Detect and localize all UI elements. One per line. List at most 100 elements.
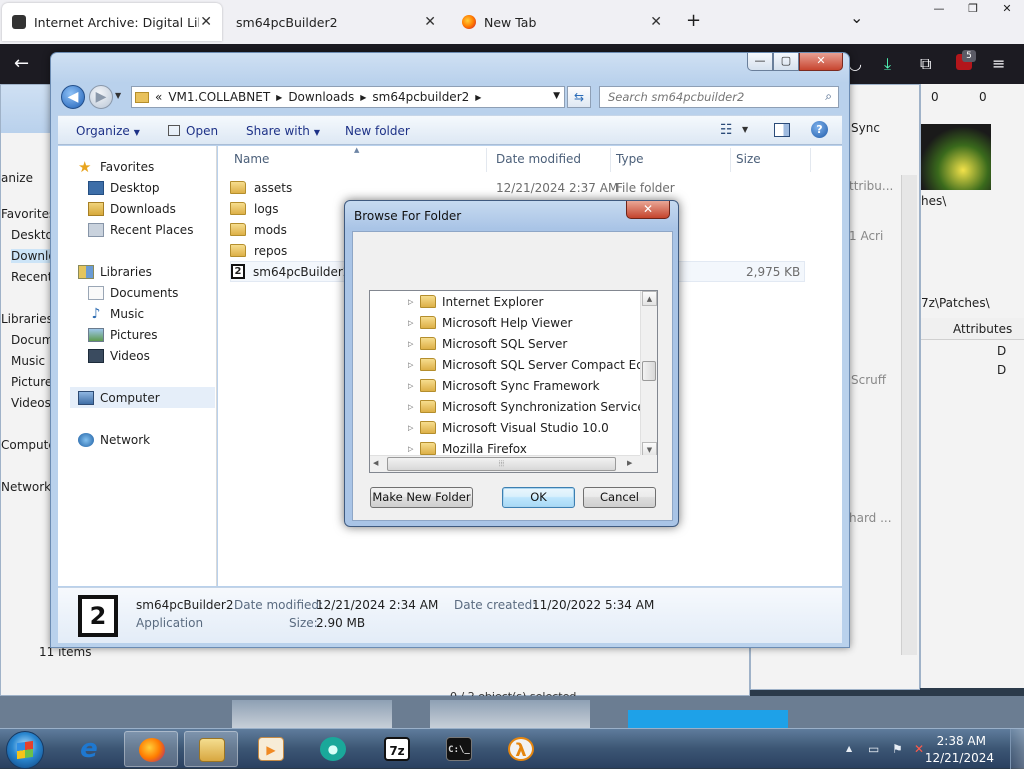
nav-pictures[interactable]: Pictures [88, 324, 158, 345]
expand-arrow-icon[interactable]: ▷ [408, 340, 420, 348]
tree-item[interactable]: ▷ Internet Explorer [370, 291, 543, 312]
address-bar[interactable]: « VM1.COLLABNET ▶ Downloads ▶ sm64pcbuil… [131, 86, 565, 108]
organize-button[interactable]: Organize ▼ [76, 124, 140, 138]
help-icon[interactable]: ? [811, 121, 828, 138]
address-history-dropdown-icon[interactable]: ▼ [553, 91, 560, 101]
nav-documents[interactable]: Documents [88, 282, 178, 303]
expand-arrow-icon[interactable]: ▷ [408, 445, 420, 453]
nav-desktop[interactable]: Desktop [88, 177, 160, 198]
new-folder-button[interactable]: New folder [345, 124, 410, 138]
close-tab-icon[interactable]: ✕ [424, 14, 436, 30]
maximize-button[interactable]: ❐ [956, 0, 990, 18]
column-divider[interactable] [810, 148, 811, 172]
nav-downloads[interactable]: Downloads [88, 198, 176, 219]
chevron-right-icon[interactable]: ▶ [475, 93, 481, 102]
chevron-right-icon[interactable]: ▶ [276, 93, 282, 102]
file-row[interactable]: assets 12/21/2024 2:37 AM File folder [230, 177, 810, 198]
expand-arrow-icon[interactable]: ▷ [408, 382, 420, 390]
clock-date[interactable]: 12/21/2024 [925, 751, 994, 765]
search-box[interactable]: ⌕ [599, 86, 839, 108]
nav-videos[interactable]: Videos [88, 345, 150, 366]
open-button[interactable]: Open [168, 124, 218, 138]
pocket-icon[interactable]: ◡ [848, 54, 862, 73]
nav-recent-places[interactable]: Recent Places [88, 219, 193, 240]
taskbar-firefox[interactable] [124, 731, 178, 767]
expand-arrow-icon[interactable]: ▷ [408, 361, 420, 369]
new-tab-button[interactable]: + [686, 10, 701, 31]
horizontal-scrollbar[interactable]: ◀ ⦙⦙⦙ ▶ [370, 455, 641, 472]
cancel-button[interactable]: Cancel [583, 487, 656, 508]
taskbar-7zip[interactable]: 7z [370, 731, 424, 767]
scroll-left-icon[interactable]: ◀ [373, 459, 378, 467]
background-scrollbar[interactable] [901, 175, 917, 655]
network-tray-icon[interactable]: ▭ [868, 742, 879, 756]
column-divider[interactable] [730, 148, 731, 172]
background-nav-documents[interactable]: Docum [11, 333, 53, 347]
tree-item[interactable]: ▷ Microsoft Synchronization Services [370, 396, 651, 417]
clock-time[interactable]: 2:38 AM [937, 734, 986, 748]
close-tab-icon[interactable]: ✕ [650, 14, 662, 30]
nav-computer[interactable]: Computer [70, 387, 215, 408]
share-with-button[interactable]: Share with ▼ [246, 124, 320, 138]
tab-internet-archive[interactable]: Internet Archive: Digital Library ✕ [2, 3, 222, 41]
taskbar-internet-explorer[interactable]: e [62, 731, 116, 767]
nav-network[interactable]: Network [78, 429, 150, 450]
back-button[interactable]: ◀ [61, 85, 85, 109]
refresh-button[interactable]: ⇆ [567, 86, 591, 108]
background-nav-libraries[interactable]: Libraries [1, 312, 53, 326]
background-nav-favorites[interactable]: Favorites [1, 207, 55, 221]
scroll-up-icon[interactable]: ▲ [642, 291, 657, 306]
downloads-icon[interactable]: ⤓ [884, 54, 891, 74]
background-nav-music[interactable]: Music [11, 354, 45, 368]
recent-pages-dropdown-icon[interactable]: ▼ [115, 91, 121, 100]
maximize-button[interactable]: ▢ [773, 53, 799, 71]
chevron-right-icon[interactable]: ▶ [360, 93, 366, 102]
scroll-right-icon[interactable]: ▶ [627, 459, 632, 467]
vertical-scrollbar[interactable]: ▲ ▼ [640, 291, 657, 457]
background-sync-button[interactable]: Sync [851, 121, 880, 135]
background-nav-computer[interactable]: Compute [1, 438, 56, 452]
preview-pane-icon[interactable] [774, 123, 790, 137]
tree-item[interactable]: ▷ Microsoft Help Viewer [370, 312, 572, 333]
tab-new-tab[interactable]: New Tab ✕ [452, 3, 672, 41]
view-options-icon[interactable]: ☷ [720, 122, 733, 138]
expand-arrow-icon[interactable]: ▷ [408, 319, 420, 327]
column-header-type[interactable]: Type [616, 152, 644, 166]
taskbar-media-player[interactable]: ▶ [244, 731, 298, 767]
chevron-down-icon[interactable]: ▼ [742, 125, 748, 134]
tree-item[interactable]: ▷ Microsoft Sync Framework [370, 375, 600, 396]
search-input[interactable] [606, 88, 816, 106]
make-new-folder-button[interactable]: Make New Folder [370, 487, 473, 508]
tree-item[interactable]: ▷ Microsoft SQL Server Compact Edition [370, 354, 657, 375]
ok-button[interactable]: OK [502, 487, 575, 508]
show-desktop-button[interactable] [1010, 729, 1024, 769]
taskbar-command-prompt[interactable]: C:\_ [432, 731, 486, 767]
nav-favorites[interactable]: ★ Favorites [78, 156, 154, 177]
column-header-name[interactable]: Name [234, 152, 269, 166]
column-divider[interactable] [486, 148, 487, 172]
close-button[interactable]: ✕ [799, 53, 843, 71]
extensions-icon[interactable]: ⧉ [920, 54, 931, 74]
breadcrumb-overflow[interactable]: « [155, 90, 162, 104]
taskbar-chat[interactable]: ● [306, 731, 360, 767]
tree-item[interactable]: ▷ Microsoft SQL Server [370, 333, 567, 354]
background-nav-pictures[interactable]: Picture [11, 375, 52, 389]
action-center-flag-icon[interactable]: ⚑ [892, 742, 903, 756]
taskbar-windows-explorer[interactable] [184, 731, 238, 767]
tab-list-button[interactable]: ⌄ [850, 8, 863, 27]
search-icon[interactable]: ⌕ [825, 89, 832, 104]
background-nav-network[interactable]: Network [1, 480, 51, 494]
close-window-button[interactable]: ✕ [990, 0, 1024, 18]
background-nav-videos[interactable]: Videos [11, 396, 51, 410]
column-divider[interactable] [610, 148, 611, 172]
expand-arrow-icon[interactable]: ▷ [408, 403, 420, 411]
folder-tree[interactable]: ▷ Internet Explorer ▷ Microsoft Help Viewe… [369, 290, 658, 473]
expand-arrow-icon[interactable]: ▷ [408, 298, 420, 306]
close-tab-icon[interactable]: ✕ [200, 14, 212, 30]
column-header-date-modified[interactable]: Date modified [496, 152, 581, 166]
dialog-close-button[interactable]: ✕ [626, 201, 670, 219]
breadcrumb-downloads[interactable]: Downloads [288, 90, 354, 104]
nav-libraries[interactable]: Libraries [78, 261, 152, 282]
taskbar-half-life-2[interactable]: λ [494, 731, 548, 767]
breadcrumb-sm64pcbuilder2[interactable]: sm64pcbuilder2 [372, 90, 469, 104]
